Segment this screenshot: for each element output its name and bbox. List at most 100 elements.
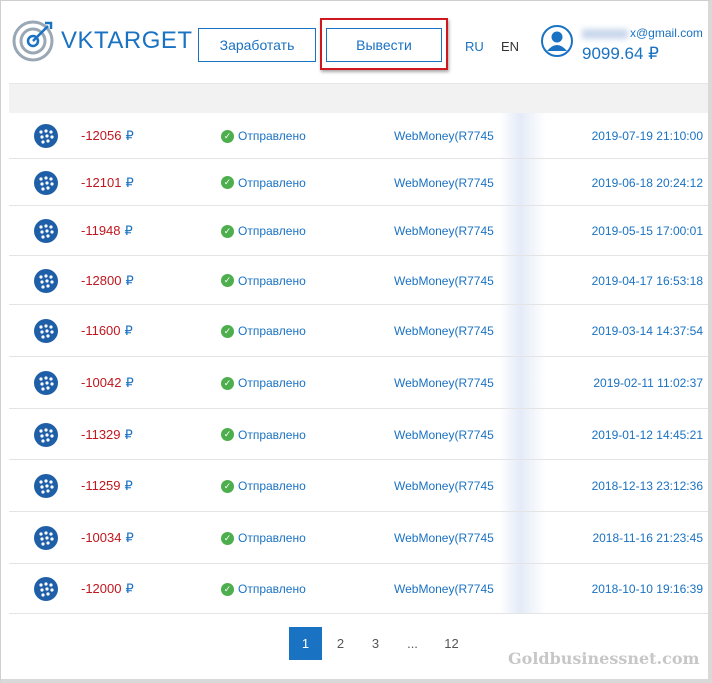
- balance-value: 9099.64 ₽: [582, 44, 659, 63]
- status-badge: ✓ Отправлено: [221, 582, 306, 596]
- status-text: Отправлено: [238, 427, 306, 442]
- amount-number: -11259: [81, 478, 121, 493]
- webmoney-icon: [34, 577, 58, 601]
- currency-symbol: ₽: [125, 174, 134, 190]
- status-badge: ✓ Отправлено: [221, 531, 306, 545]
- date-text: 2019-01-12 14:45:21: [591, 427, 703, 442]
- table-row: -12800 ₽ ✓ Отправлено WebMoney(R7745 2019-04-…: [9, 256, 708, 305]
- wallet-text: WebMoney(R7745: [394, 531, 494, 545]
- check-icon: ✓: [221, 176, 234, 189]
- status-text: Отправлено: [238, 479, 306, 493]
- check-icon: ✓: [221, 428, 234, 441]
- page-button[interactable]: 2: [324, 627, 357, 660]
- status-text: Отправлено: [238, 324, 306, 338]
- status-badge: ✓ Отправлено: [221, 479, 306, 493]
- amount-number: -10042: [81, 375, 122, 390]
- wallet-text: WebMoney(R7745: [394, 324, 494, 338]
- lang-ru-link[interactable]: RU: [465, 39, 484, 54]
- page-button[interactable]: 3: [359, 627, 392, 660]
- amount-number: -11329: [81, 426, 121, 442]
- status-badge: ✓ Отправлено: [221, 428, 306, 442]
- currency-symbol: ₽: [125, 581, 134, 596]
- currency-symbol: ₽: [124, 426, 133, 442]
- table-row: -10042 ₽ ✓ Отправлено WebMoney(R7745 2019-02-…: [9, 357, 708, 409]
- withdraw-button[interactable]: Вывести: [326, 28, 442, 62]
- status-text: Отправлено: [238, 224, 306, 238]
- amount-number: -11600: [81, 323, 121, 338]
- chevron-down-icon: ⌄: [706, 29, 708, 40]
- wallet-text: WebMoney(R7745: [394, 273, 494, 288]
- wallet-text: WebMoney(R7745: [394, 224, 494, 238]
- status-text: Отправлено: [238, 531, 306, 545]
- table-row: -11948 ₽ ✓ Отправлено WebMoney(R7745 2019-05-…: [9, 206, 708, 256]
- webmoney-icon: [34, 422, 58, 447]
- amount-value: -11600 ₽: [81, 323, 133, 339]
- wallet-text: WebMoney(R7745: [394, 479, 494, 493]
- pagination-ellipsis: ...: [407, 636, 418, 651]
- amount-value: -12800 ₽: [81, 273, 134, 289]
- email-redaction: [582, 28, 628, 39]
- amount-value: -10034 ₽: [81, 530, 134, 546]
- status-text: Отправлено: [238, 175, 306, 190]
- status-badge: ✓ Отправлено: [221, 376, 306, 390]
- wallet-redaction: [499, 357, 584, 408]
- amount-number: -12101: [81, 174, 122, 190]
- wallet-redaction: [499, 512, 584, 563]
- wallet-redaction: [499, 409, 584, 459]
- date-text: 2019-02-11 11:02:37: [593, 376, 703, 390]
- user-email-text: x@gmail.com: [630, 26, 703, 40]
- pagination: 1 2 3... 12: [289, 627, 470, 660]
- earn-button[interactable]: Заработать: [198, 28, 316, 62]
- table-row: -12101 ₽ ✓ Отправлено WebMoney(R7745 2019-06-…: [9, 159, 708, 206]
- check-icon: ✓: [221, 324, 234, 338]
- date-text: 2019-05-15 17:00:01: [591, 224, 703, 238]
- status-text: Отправлено: [238, 273, 306, 288]
- currency-symbol: ₽: [124, 223, 133, 238]
- webmoney-icon: [34, 124, 58, 148]
- date-text: 2019-04-17 16:53:18: [591, 273, 703, 288]
- amount-value: -11259 ₽: [81, 478, 133, 494]
- webmoney-icon: [34, 268, 58, 293]
- table-row: -12000 ₽ ✓ Отправлено WebMoney(R7745 2018-10-…: [9, 564, 708, 614]
- wallet-text: WebMoney(R7745: [394, 376, 494, 390]
- wallet-text: WebMoney(R7745: [394, 582, 494, 596]
- header: VKTARGET Заработать Вывести RU EN x@gmai…: [1, 1, 708, 83]
- date-text: 2019-07-19 21:10:00: [591, 129, 703, 143]
- wallet-text: WebMoney(R7745: [394, 175, 494, 190]
- transactions-table: -12056 ₽ ✓ Отправлено WebMoney(R7745 2019-07-…: [9, 113, 708, 614]
- page-button[interactable]: 1: [289, 627, 322, 660]
- wallet-redaction: [499, 159, 584, 205]
- currency-symbol: ₽: [124, 478, 133, 493]
- amount-value: -12000 ₽: [81, 581, 134, 597]
- check-icon: ✓: [221, 224, 234, 238]
- user-avatar-icon[interactable]: [541, 25, 573, 57]
- wallet-text: WebMoney(R7745: [394, 427, 494, 442]
- amount-value: -12101 ₽: [81, 175, 134, 191]
- table-row: -12056 ₽ ✓ Отправлено WebMoney(R7745 2019-07-…: [9, 113, 708, 159]
- amount-number: -10034: [81, 530, 122, 545]
- date-text: 2018-10-10 19:16:39: [591, 582, 703, 596]
- table-row: -11600 ₽ ✓ Отправлено WebMoney(R7745 2019-03-…: [9, 305, 708, 357]
- webmoney-icon: [34, 474, 58, 498]
- wallet-redaction: [499, 305, 584, 356]
- wallet-redaction: [499, 460, 584, 511]
- page-frame: VKTARGET Заработать Вывести RU EN x@gmai…: [0, 0, 712, 683]
- watermark-text: Goldbusinessnet.com: [508, 649, 700, 668]
- status-text: Отправлено: [238, 129, 306, 143]
- status-text: Отправлено: [238, 376, 306, 390]
- status-badge: ✓ Отправлено: [221, 324, 306, 338]
- date-text: 2018-12-13 23:12:36: [591, 479, 703, 493]
- date-text: 2018-11-16 21:23:45: [592, 531, 703, 545]
- check-icon: ✓: [221, 531, 234, 545]
- user-email-dropdown[interactable]: x@gmail.com⌄: [582, 26, 708, 40]
- logo-text: VKTARGET: [61, 27, 193, 54]
- page-button[interactable]: 12: [435, 627, 468, 660]
- wallet-redaction: [499, 564, 584, 613]
- date-text: 2019-03-14 14:37:54: [591, 324, 703, 338]
- logo[interactable]: VKTARGET: [11, 19, 193, 63]
- wallet-redaction: [499, 206, 584, 255]
- lang-en-link[interactable]: EN: [501, 39, 519, 54]
- status-badge: ✓ Отправлено: [221, 274, 306, 288]
- currency-symbol: ₽: [125, 272, 134, 288]
- wallet-text: WebMoney(R7745: [394, 129, 494, 143]
